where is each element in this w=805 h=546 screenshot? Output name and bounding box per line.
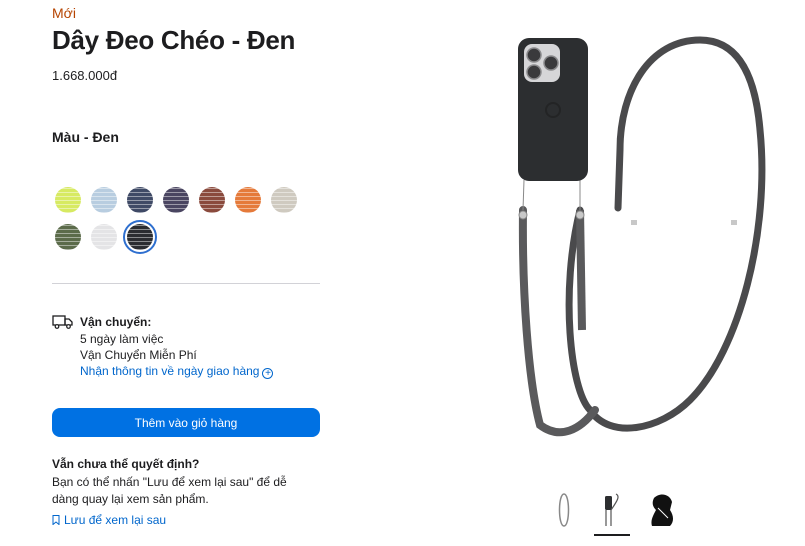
color-label: Màu - Đen: [52, 129, 119, 145]
new-badge: Mới: [52, 5, 76, 21]
shipping-days: 5 ngày làm việc: [80, 332, 164, 346]
swatch-light-blue[interactable]: [91, 187, 117, 213]
swatch-orange[interactable]: [235, 187, 261, 213]
strap-only-thumbnail[interactable]: [550, 490, 580, 530]
section-divider: [52, 283, 320, 284]
shipping-title: Vận chuyển:: [80, 315, 152, 329]
product-price: 1.668.000đ: [52, 68, 118, 83]
truck-icon: [52, 315, 73, 329]
swatch-olive[interactable]: [55, 224, 81, 250]
save-for-later-label: Lưu để xem lại sau: [64, 513, 167, 527]
undecided-title: Vẫn chưa thể quyết định?: [52, 457, 200, 471]
product-title: Dây Đeo Chéo - Đen: [52, 25, 296, 55]
swatch-beige[interactable]: [271, 187, 297, 213]
swatch-yellow-green[interactable]: [55, 187, 81, 213]
phone-with-strap-thumbnail[interactable]: [596, 490, 626, 530]
delivery-info-link[interactable]: Nhận thông tin về ngày giao hàng +: [80, 364, 274, 379]
undecided-text: Bạn có thể nhấn "Lưu để xem lại sau" để …: [52, 475, 287, 506]
thumbnail-strip: [548, 490, 698, 536]
swatch-navy[interactable]: [127, 187, 153, 213]
person-wearing-thumbnail[interactable]: [646, 490, 676, 530]
shipping-free: Vận Chuyển Miễn Phí: [80, 348, 197, 362]
save-for-later-link[interactable]: Lưu để xem lại sau: [52, 513, 166, 527]
add-to-cart-button[interactable]: Thêm vào giỏ hàng: [52, 408, 320, 437]
plus-circle-icon: +: [262, 368, 274, 379]
bookmark-icon: [52, 515, 60, 525]
swatch-black[interactable]: [123, 220, 157, 254]
swatch-brown-red[interactable]: [199, 187, 225, 213]
swatch-dark-purple[interactable]: [163, 187, 189, 213]
product-image: [518, 36, 766, 437]
active-thumbnail-indicator: [594, 534, 630, 536]
delivery-info-label: Nhận thông tin về ngày giao hàng: [80, 364, 260, 378]
swatch-white[interactable]: [91, 224, 117, 250]
